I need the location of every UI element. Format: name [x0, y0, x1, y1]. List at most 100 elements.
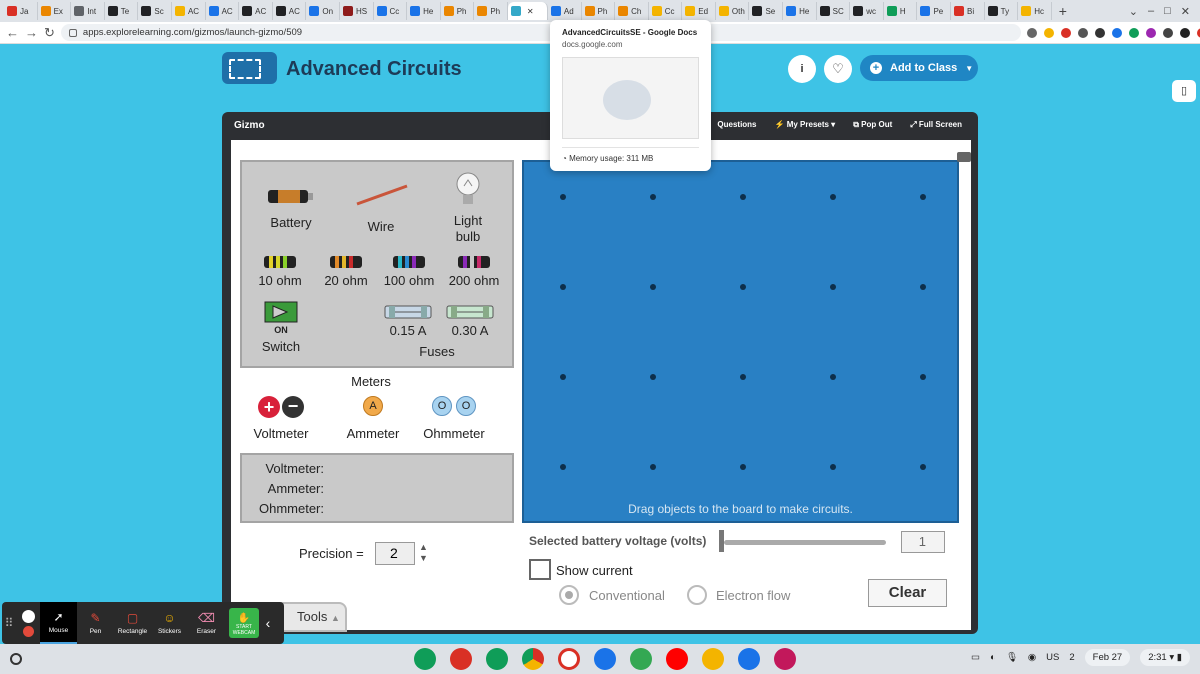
pause-icon[interactable]: [21, 609, 35, 623]
camera-icon[interactable]: [957, 152, 971, 162]
notifications-count[interactable]: 2: [1069, 652, 1074, 663]
mic-icon[interactable]: 🎙: [1006, 652, 1018, 663]
browser-tab[interactable]: Ed: [682, 2, 716, 20]
questions-button[interactable]: Questions: [717, 120, 756, 130]
browser-tab[interactable]: Te: [105, 2, 139, 20]
fuse-030-item[interactable]: 0.30 A: [442, 304, 498, 338]
browser-tab[interactable]: Sc: [138, 2, 172, 20]
extension-icon[interactable]: [1145, 27, 1156, 38]
voltmeter-item[interactable]: + − Voltmeter: [251, 396, 311, 441]
stickers-tool[interactable]: ☺ Stickers: [151, 602, 188, 644]
browser-tab[interactable]: SC: [817, 2, 851, 20]
launcher-icon[interactable]: [10, 653, 22, 665]
extension-icon[interactable]: [1094, 27, 1105, 38]
info-button[interactable]: i: [788, 55, 816, 83]
voltage-slider-track[interactable]: [724, 540, 886, 545]
browser-tab[interactable]: Pe: [917, 2, 952, 20]
close-tab-icon[interactable]: ✕: [527, 7, 534, 16]
close-window-icon[interactable]: ✕: [1181, 5, 1190, 18]
files-app-icon[interactable]: [738, 648, 760, 670]
mouse-tool[interactable]: ➚ Mouse: [40, 602, 77, 644]
pen-tool[interactable]: ✎ Pen: [77, 602, 114, 644]
browser-tab[interactable]: Ja: [4, 2, 38, 20]
browser-tab[interactable]: Ch: [615, 2, 649, 20]
browser-tab[interactable]: He: [407, 2, 441, 20]
address-bar[interactable]: apps.explorelearning.com/gizmos/launch-g…: [60, 24, 1021, 41]
browser-tab[interactable]: Ph: [582, 2, 616, 20]
time-pill[interactable]: 2:31 ▾ ▮: [1140, 649, 1190, 666]
browser-tab[interactable]: AC: [273, 2, 307, 20]
tab-search-icon[interactable]: ⌄: [1129, 5, 1138, 18]
voltage-value-field[interactable]: 1: [901, 531, 945, 553]
wire-item[interactable]: Wire: [350, 182, 412, 234]
shield-icon[interactable]: [1077, 27, 1088, 38]
browser-tab[interactable]: Ad: [548, 2, 582, 20]
clear-button[interactable]: Clear: [868, 579, 947, 607]
resistor-20-item[interactable]: 20 ohm: [320, 254, 372, 288]
start-webcam-button[interactable]: ✋ START WEBCAM: [229, 608, 259, 638]
puzzle-icon[interactable]: [1162, 27, 1173, 38]
gmail-app-icon[interactable]: [558, 648, 580, 670]
sidebar-icon[interactable]: [1179, 27, 1190, 38]
extension-icon[interactable]: [1128, 27, 1139, 38]
show-current-checkbox[interactable]: [529, 559, 551, 580]
app-icon[interactable]: [774, 648, 796, 670]
resistor-200-item[interactable]: 200 ohm: [444, 254, 504, 288]
stepper-down-icon[interactable]: ▼: [419, 553, 428, 564]
docs-app-icon[interactable]: [594, 648, 616, 670]
side-panel-toggle[interactable]: ▯: [1172, 80, 1196, 102]
light-bulb-item[interactable]: Light bulb: [440, 170, 496, 245]
browser-tab[interactable]: On: [306, 2, 340, 20]
battery-item[interactable]: Battery: [262, 186, 320, 230]
precision-input[interactable]: 2: [375, 542, 415, 565]
pop-out-button[interactable]: ⧉ Pop Out: [853, 120, 892, 130]
extension-icon[interactable]: [1060, 27, 1071, 38]
browser-tab[interactable]: Cc: [649, 2, 683, 20]
favorite-button[interactable]: ♡: [824, 55, 852, 83]
youtube-app-icon[interactable]: [666, 648, 688, 670]
drive-app-icon[interactable]: [702, 648, 724, 670]
app-icon[interactable]: [450, 648, 472, 670]
browser-tab[interactable]: Oth: [716, 2, 750, 20]
browser-tab[interactable]: H: [884, 2, 918, 20]
forward-icon[interactable]: →: [25, 25, 38, 40]
browser-tab[interactable]: ✕: [507, 2, 548, 20]
browser-tab[interactable]: Ex: [38, 2, 72, 20]
minimize-icon[interactable]: –: [1148, 5, 1154, 18]
add-to-class-button[interactable]: + Add to Class ▼: [860, 55, 978, 81]
full-screen-button[interactable]: ⤢ Full Screen: [910, 120, 962, 130]
browser-tab[interactable]: Bi: [951, 2, 985, 20]
date-pill[interactable]: Feb 27: [1084, 649, 1131, 666]
screen-record-icon[interactable]: ◉: [1028, 652, 1036, 663]
browser-tab[interactable]: AC: [172, 2, 206, 20]
stepper-up-icon[interactable]: ▲: [419, 542, 428, 553]
browser-tab[interactable]: AC: [206, 2, 240, 20]
extension-icon[interactable]: [1111, 27, 1122, 38]
resistor-100-item[interactable]: 100 ohm: [380, 254, 438, 288]
ammeter-item[interactable]: A Ammeter: [341, 396, 405, 441]
sheets-app-icon[interactable]: [414, 648, 436, 670]
browser-tab[interactable]: Ph: [441, 2, 475, 20]
rectangle-tool[interactable]: ▢ Rectangle: [114, 602, 151, 644]
ohmmeter-item[interactable]: O O Ohmmeter: [419, 396, 489, 441]
keyboard-layout[interactable]: US: [1046, 652, 1059, 663]
new-tab-button[interactable]: +: [1052, 3, 1074, 19]
browser-tab[interactable]: Ty: [985, 2, 1019, 20]
resistor-10-item[interactable]: 10 ohm: [254, 254, 306, 288]
browser-tab[interactable]: Int: [71, 2, 105, 20]
fuse-015-item[interactable]: 0.15 A: [380, 304, 436, 338]
star-icon[interactable]: [1043, 27, 1054, 38]
browser-tab[interactable]: Cc: [374, 2, 408, 20]
circuit-board[interactable]: Drag objects to the board to make circui…: [522, 160, 959, 523]
voltage-slider-thumb[interactable]: [719, 530, 724, 552]
switch-item[interactable]: ON Switch: [256, 300, 306, 354]
browser-tab[interactable]: Hc: [1018, 2, 1052, 20]
browser-tab[interactable]: wc: [850, 2, 884, 20]
stop-icon[interactable]: [22, 625, 34, 637]
eraser-tool[interactable]: ⌫ Eraser: [188, 602, 225, 644]
browser-tab[interactable]: He: [783, 2, 817, 20]
precision-stepper[interactable]: ▲ ▼: [419, 542, 428, 564]
classroom-app-icon[interactable]: [486, 648, 508, 670]
stylus-icon[interactable]: ◐: [990, 652, 996, 663]
back-icon[interactable]: ←: [6, 25, 19, 40]
